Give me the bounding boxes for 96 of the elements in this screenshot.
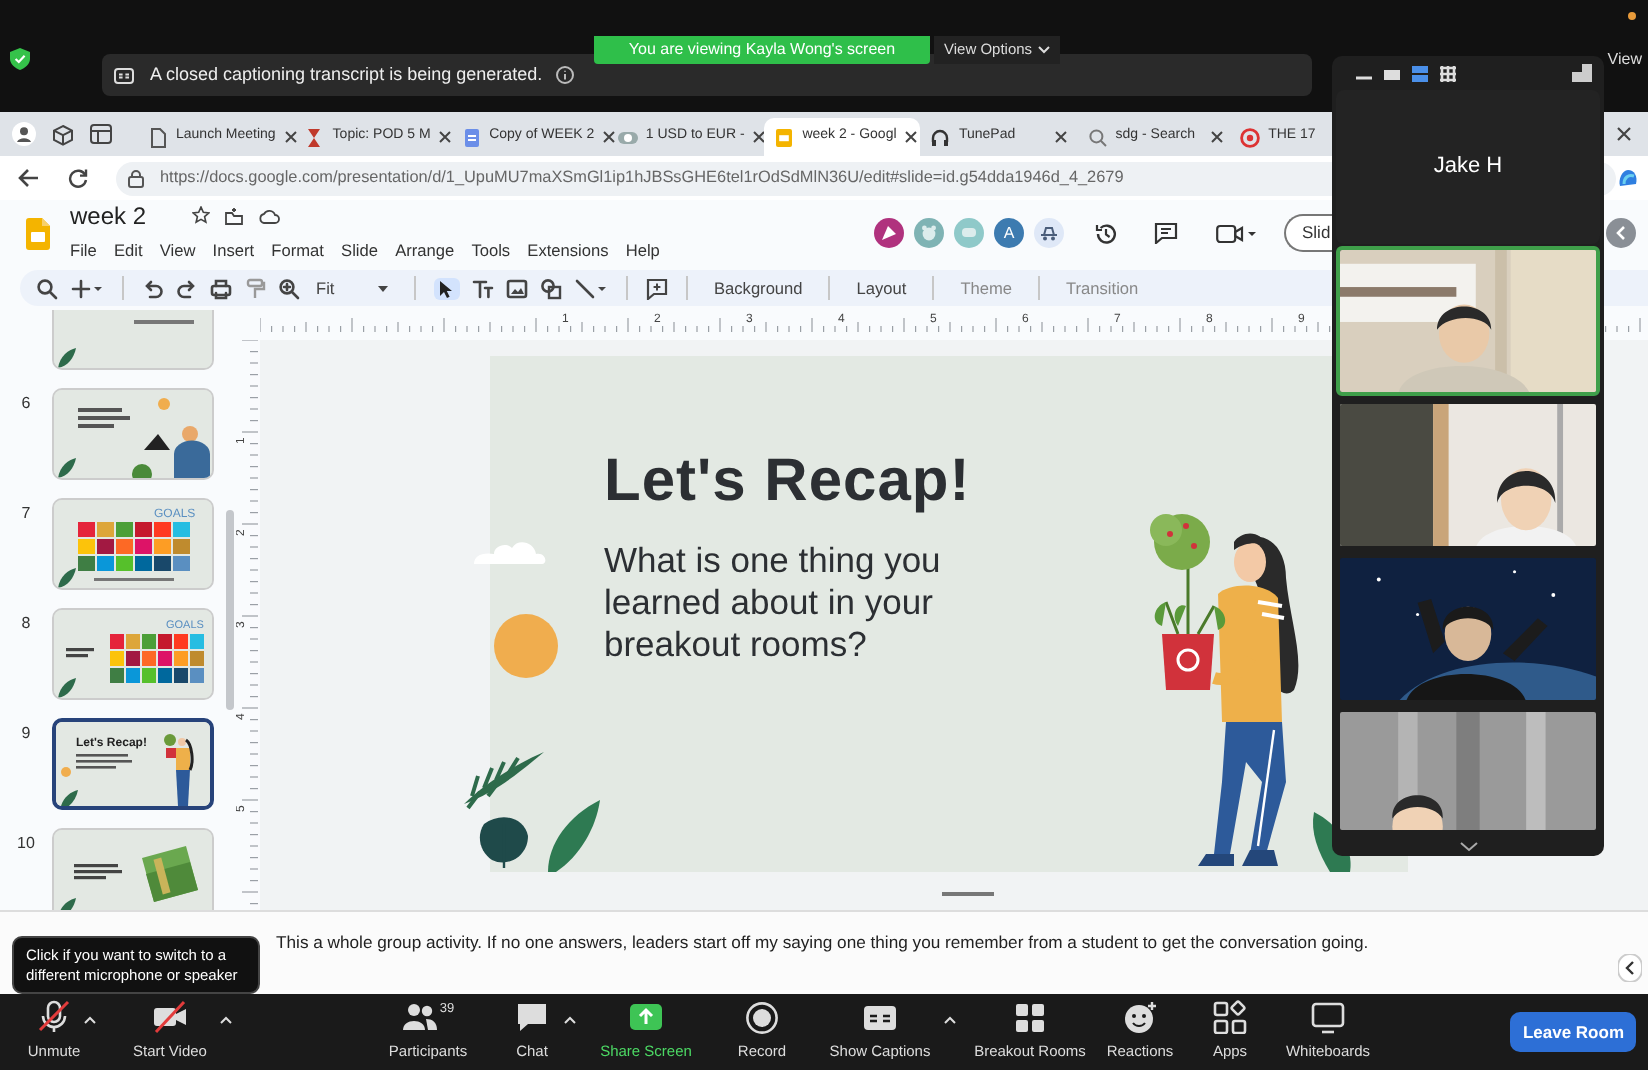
menu-item[interactable]: Format: [271, 237, 324, 263]
menu-item[interactable]: Slide: [341, 237, 378, 263]
text-box-icon[interactable]: [472, 277, 494, 299]
slide-number: 6: [19, 392, 33, 416]
slide-number: 7: [19, 502, 33, 526]
document-title[interactable]: week 2: [70, 203, 147, 228]
menu-item[interactable]: Help: [625, 237, 660, 263]
image-icon[interactable]: [506, 277, 528, 299]
headphones-icon: [930, 127, 951, 147]
star-icon[interactable]: [192, 206, 211, 225]
close-icon[interactable]: [752, 130, 767, 144]
zoom-select[interactable]: Fit: [312, 275, 396, 301]
cube-icon[interactable]: [52, 123, 74, 145]
tab-list-icon[interactable]: [90, 124, 112, 144]
close-icon[interactable]: [1616, 126, 1632, 142]
user-avatar[interactable]: A: [994, 218, 1024, 248]
notification-dot-icon: [1628, 12, 1636, 20]
resize-handle[interactable]: [942, 892, 994, 896]
user-avatar[interactable]: [874, 218, 904, 248]
close-icon[interactable]: [602, 130, 617, 144]
add-icon[interactable]: [70, 277, 104, 299]
undo-icon[interactable]: [142, 277, 164, 299]
slide-title: Let's Recap!: [604, 446, 971, 518]
slide-number: 8: [19, 612, 33, 636]
speaker-notes-text: This a whole group activity. If no one answers, leaders start off my saying one thing you remember from a student to get the conversation going.: [276, 930, 1369, 956]
menu-item[interactable]: View: [159, 237, 196, 263]
pointer-icon[interactable]: [434, 277, 460, 299]
menu-item[interactable]: Tools: [471, 237, 511, 263]
redo-icon[interactable]: [176, 277, 198, 299]
menu-item[interactable]: Arrange: [395, 237, 455, 263]
speaker-view-icon[interactable]: [1412, 65, 1428, 81]
page-icon: [148, 127, 168, 147]
caret-icon: [1038, 46, 1051, 54]
profile-icon[interactable]: [12, 122, 36, 146]
slide-number: 9: [19, 722, 33, 746]
participant-name: Jake H: [1336, 90, 1600, 244]
copilot-icon[interactable]: [1616, 166, 1640, 190]
view-button[interactable]: View: [1607, 48, 1642, 72]
slide-body-text: What is one thing you learned about in your breakout rooms?: [604, 540, 943, 666]
comments-icon[interactable]: [1154, 222, 1178, 244]
grid-view-icon[interactable]: [1440, 65, 1456, 81]
shapes-icon[interactable]: [540, 277, 562, 299]
close-icon[interactable]: [1053, 130, 1068, 144]
layout-icon[interactable]: [1572, 64, 1592, 82]
scrollbar[interactable]: [226, 510, 234, 710]
url-text: https://docs.google.com/presentation/d/1_UpuMU7maXSmGl1ip1hJBSsGHE6tel1rOdSdMlN36U/edit#slide=id.g54dda1946d_4_2679: [160, 165, 1124, 190]
add-comment-icon[interactable]: [646, 277, 668, 299]
menu-item[interactable]: Insert: [212, 237, 255, 263]
captions-icon: [114, 67, 134, 83]
close-icon[interactable]: [904, 130, 919, 144]
document-icon: [461, 127, 482, 147]
slides-icon: [774, 127, 795, 147]
menu-item[interactable]: Edit: [113, 237, 143, 263]
reload-icon[interactable]: [68, 168, 88, 188]
lock-icon: [128, 169, 144, 187]
menu-item[interactable]: File: [70, 237, 97, 263]
caret-icon[interactable]: [220, 1016, 232, 1024]
leave-room-button[interactable]: Leave Room: [1510, 1011, 1636, 1053]
caret-icon[interactable]: [944, 1016, 956, 1024]
back-icon[interactable]: [18, 168, 40, 188]
caret-icon: [378, 285, 388, 291]
history-icon[interactable]: [1094, 221, 1118, 245]
hourglass-icon: [304, 127, 325, 147]
info-icon[interactable]: [556, 66, 575, 84]
slide-number: 10: [15, 832, 37, 856]
single-view-icon[interactable]: [1384, 65, 1400, 81]
zoom-icon[interactable]: [278, 277, 300, 299]
shield-icon: [10, 48, 30, 70]
close-icon[interactable]: [438, 130, 453, 144]
slideshow-button[interactable]: Slid: [1284, 214, 1334, 252]
search-icon[interactable]: [36, 277, 58, 299]
side-panel-toggle-icon[interactable]: [1606, 218, 1636, 248]
cloud-icon: [258, 207, 281, 224]
cloud-drawing: [474, 536, 546, 564]
line-icon[interactable]: [574, 277, 608, 299]
print-icon[interactable]: [210, 277, 232, 299]
scroll-down-icon[interactable]: [1459, 841, 1477, 851]
thumbnail-drawing: [60, 734, 194, 806]
search-icon: [1087, 127, 1108, 147]
toolbar-button[interactable]: Background: [706, 275, 811, 301]
screen-share-banner: You are viewing Kayla Wong's screen: [594, 36, 930, 64]
menu-item[interactable]: Extensions: [527, 237, 609, 263]
caption-notice-text: A closed captioning transcript is being generated.: [150, 61, 543, 88]
camera-icon[interactable]: [1216, 223, 1256, 243]
toolbar-button[interactable]: Layout: [848, 275, 915, 301]
thumbnail-drawing: [58, 522, 190, 588]
close-icon[interactable]: [283, 130, 298, 144]
caret-icon[interactable]: [84, 1016, 96, 1024]
slide-thumbnail[interactable]: [52, 828, 214, 910]
collapse-icon[interactable]: [1618, 954, 1642, 982]
thumbnail-drawing: [58, 320, 194, 368]
close-icon[interactable]: [1210, 130, 1225, 144]
move-folder-icon[interactable]: [224, 205, 245, 226]
target-icon: [1240, 127, 1261, 147]
circle-decoration: [494, 614, 558, 678]
caret-icon[interactable]: [564, 1016, 576, 1024]
